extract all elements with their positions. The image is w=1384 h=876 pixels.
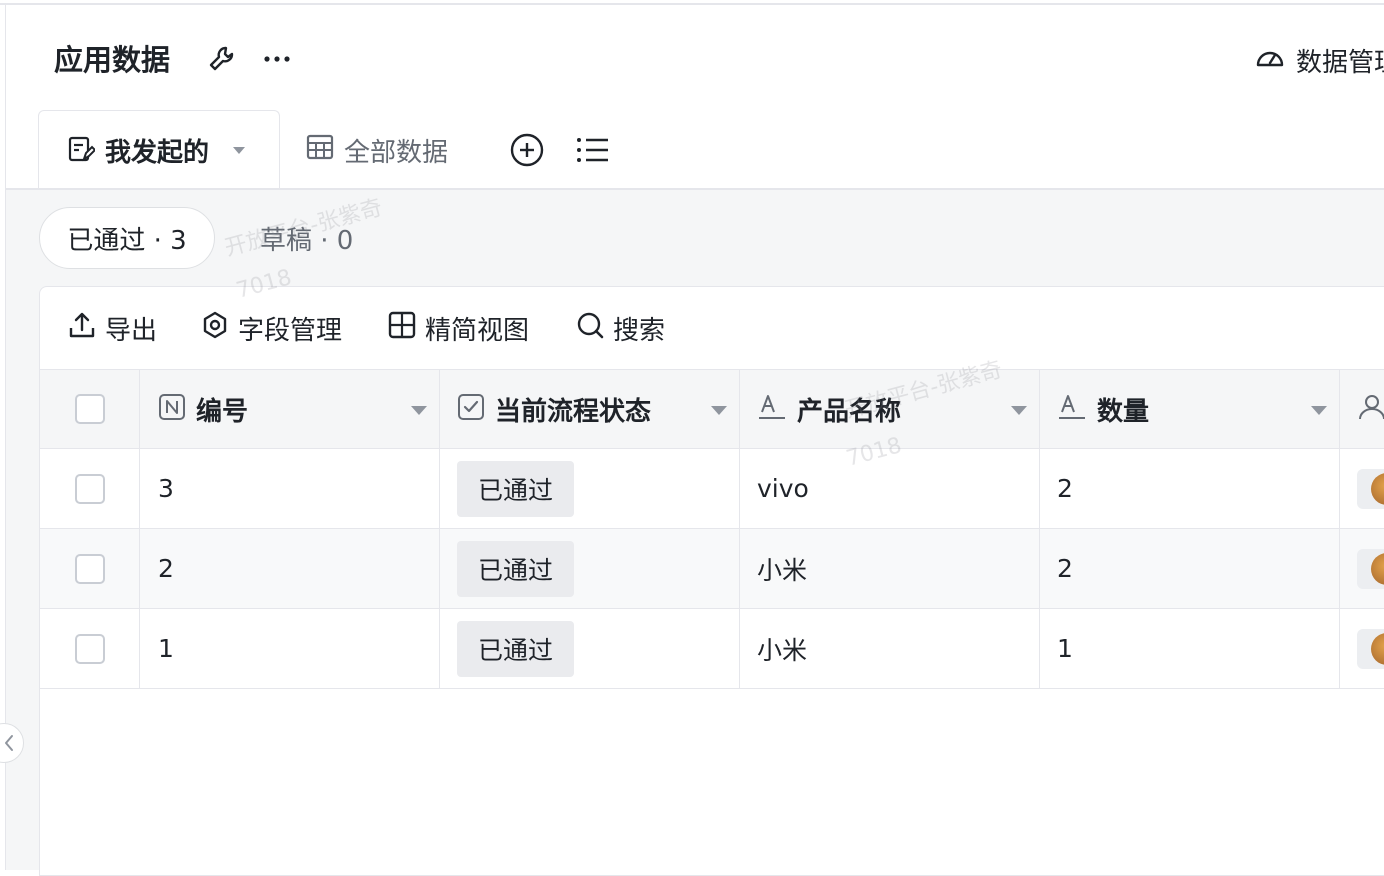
row-checkbox[interactable] xyxy=(74,633,105,664)
status-badge: 已通过 xyxy=(457,460,575,517)
table-header: 编号 当前流程状态 产品名称 数量 xyxy=(40,369,1384,449)
table-row[interactable]: 3 已通过 vivo 2 xyxy=(40,449,1384,529)
settings-icon xyxy=(200,310,230,347)
search-label: 搜索 xyxy=(613,315,666,346)
more-icon[interactable] xyxy=(260,42,294,76)
product-value: 小米 xyxy=(757,555,808,585)
select-all-checkbox[interactable] xyxy=(74,394,105,424)
search-icon xyxy=(575,310,605,347)
column-header-status[interactable]: 当前流程状态 xyxy=(440,370,740,448)
qty-value: 2 xyxy=(1057,474,1073,503)
dashboard-icon xyxy=(1254,41,1286,80)
tab-my-initiated[interactable]: 我发起的 xyxy=(38,110,280,190)
search-button[interactable]: 搜索 xyxy=(575,307,665,349)
header-select-cell xyxy=(40,370,140,448)
column-label: 数量 xyxy=(1097,396,1150,427)
row-select-cell xyxy=(40,529,140,608)
add-view-icon[interactable] xyxy=(509,132,545,168)
tab-all-data[interactable]: 全部数据 xyxy=(306,110,448,190)
qty-value: 1 xyxy=(1057,634,1073,663)
status-cell: 已通过 xyxy=(440,609,740,688)
text-field-icon xyxy=(757,392,787,426)
id-value: 2 xyxy=(158,554,174,583)
row-checkbox[interactable] xyxy=(74,473,105,504)
data-card: 导出 字段管理 精简视图 搜索 编号 当前流程状态 产品名称 数量 3 已通过 … xyxy=(39,286,1384,876)
id-cell: 2 xyxy=(140,529,440,608)
id-cell: 1 xyxy=(140,609,440,688)
export-button[interactable]: 导出 xyxy=(67,307,157,349)
field-manage-label: 字段管理 xyxy=(238,315,343,346)
status-cell: 已通过 xyxy=(440,529,740,608)
compact-view-label: 精简视图 xyxy=(425,315,530,346)
data-manage-label: 数据管理 xyxy=(1296,47,1384,78)
id-cell: 3 xyxy=(140,449,440,528)
status-badge: 已通过 xyxy=(457,540,575,597)
text-field-icon xyxy=(1057,392,1087,426)
column-label: 当前流程状态 xyxy=(495,396,652,427)
product-cell: 小米 xyxy=(740,529,1040,608)
table-toolbar: 导出 字段管理 精简视图 搜索 xyxy=(40,287,1384,369)
chevron-down-icon[interactable] xyxy=(411,406,427,415)
table-row[interactable]: 2 已通过 小米 2 xyxy=(40,529,1384,609)
member-cell xyxy=(1340,529,1384,608)
sidebar-collapse-button[interactable] xyxy=(0,723,24,763)
avatar xyxy=(1357,548,1384,589)
column-label: 编号 xyxy=(196,396,249,427)
column-header-qty[interactable]: 数量 xyxy=(1040,370,1340,448)
member-cell xyxy=(1340,609,1384,688)
product-value: 小米 xyxy=(757,635,808,665)
qty-cell: 2 xyxy=(1040,529,1340,608)
page-header: 应用数据 数据管理 xyxy=(6,6,1384,110)
column-header-member[interactable] xyxy=(1340,370,1384,448)
wrench-icon[interactable] xyxy=(206,42,240,76)
data-manage-button[interactable]: 数据管理 xyxy=(1254,40,1384,80)
content-area: 已通过 · 3 草稿 · 0 导出 字段管理 精简视图 搜索 编号 当前流程状态… xyxy=(6,190,1384,876)
qty-cell: 2 xyxy=(1040,449,1340,528)
filter-approved[interactable]: 已通过 · 3 xyxy=(39,207,215,269)
window-top-border xyxy=(0,0,1384,5)
chevron-down-icon[interactable] xyxy=(1311,406,1327,415)
product-cell: 小米 xyxy=(740,609,1040,688)
avatar xyxy=(1357,468,1384,509)
column-header-id[interactable]: 编号 xyxy=(140,370,440,448)
product-value: vivo xyxy=(757,474,809,503)
status-cell: 已通过 xyxy=(440,449,740,528)
product-cell: vivo xyxy=(740,449,1040,528)
tab-label: 全部数据 xyxy=(344,137,449,168)
chevron-down-icon[interactable] xyxy=(711,406,727,415)
export-label: 导出 xyxy=(105,315,158,346)
table-icon xyxy=(306,133,334,168)
qty-value: 2 xyxy=(1057,554,1073,583)
qty-cell: 1 xyxy=(1040,609,1340,688)
number-field-icon xyxy=(158,393,186,425)
member-cell xyxy=(1340,449,1384,528)
chevron-down-icon[interactable] xyxy=(1011,406,1027,415)
page-title: 应用数据 xyxy=(54,43,171,77)
row-select-cell xyxy=(40,609,140,688)
chevron-down-icon[interactable] xyxy=(233,147,246,154)
row-checkbox[interactable] xyxy=(74,553,105,584)
chevron-left-icon xyxy=(0,735,23,766)
avatar xyxy=(1357,628,1384,669)
tab-label: 我发起的 xyxy=(105,138,210,168)
filter-draft[interactable]: 草稿 · 0 xyxy=(260,220,353,257)
row-select-cell xyxy=(40,449,140,528)
view-tabs: 我发起的 全部数据 xyxy=(6,110,1384,190)
grid-icon xyxy=(387,310,417,347)
upload-icon xyxy=(67,310,97,347)
status-badge: 已通过 xyxy=(457,620,575,677)
id-value: 3 xyxy=(158,474,174,503)
checkbox-field-icon xyxy=(457,393,485,425)
table-row[interactable]: 1 已通过 小米 1 xyxy=(40,609,1384,689)
id-value: 1 xyxy=(158,634,174,663)
form-edit-icon xyxy=(67,135,97,167)
person-icon xyxy=(1357,392,1384,426)
column-label: 产品名称 xyxy=(797,396,902,427)
field-manage-button[interactable]: 字段管理 xyxy=(200,307,342,349)
list-icon[interactable] xyxy=(574,132,610,168)
column-header-product[interactable]: 产品名称 xyxy=(740,370,1040,448)
compact-view-button[interactable]: 精简视图 xyxy=(387,307,529,349)
